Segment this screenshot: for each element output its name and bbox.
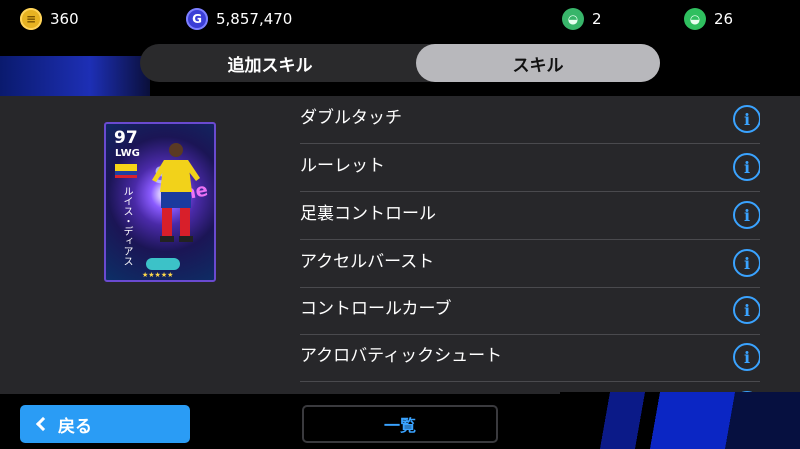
player-card[interactable]: Sh me 97 LWG ルイス・ディアス ★★★★★: [104, 122, 216, 282]
skill-name: 足裏コントロール: [300, 204, 436, 224]
list-label: 一覧: [383, 416, 416, 435]
list-button[interactable]: 一覧: [302, 405, 498, 443]
info-icon[interactable]: i: [733, 153, 760, 181]
currency-bar: ≡ 360 G 5,857,470 ◒ 2 ◒ 26: [0, 0, 800, 38]
coins-value: 360: [50, 10, 79, 28]
ticket-a-value: 2: [592, 10, 602, 28]
tab-additional-skills[interactable]: 追加スキル: [140, 44, 400, 82]
ticket-b-display: ◒ 26: [684, 8, 733, 30]
skill-name: アクロバティックシュート: [300, 346, 503, 366]
skill-name: ルーレット: [300, 156, 385, 176]
skill-name: アクセルバースト: [300, 252, 435, 272]
chevron-left-icon: [35, 416, 51, 432]
skill-row: コントロールカーブ i: [300, 287, 760, 335]
skill-row: アクセルバースト i: [300, 240, 760, 288]
player-position: LWG: [115, 148, 140, 159]
skill-name: ダブルタッチ: [300, 108, 402, 128]
coin-icon: ≡: [20, 8, 42, 30]
info-icon[interactable]: i: [733, 201, 760, 229]
info-icon[interactable]: i: [733, 343, 760, 371]
skill-row: ダブルタッチ i: [300, 96, 760, 144]
skill-row: アクロバティックシュート i: [300, 334, 760, 382]
player-name: ルイス・ディアス: [121, 186, 132, 266]
colombia-flag-icon: [115, 164, 137, 178]
ticket-b-value: 26: [714, 10, 734, 28]
decor-stripe-left: [0, 56, 150, 96]
card-stars: ★★★★★: [142, 271, 174, 279]
gp-value: 5,857,470: [216, 10, 293, 28]
gp-icon: G: [186, 8, 208, 30]
decor-stripe-right: [560, 392, 800, 449]
coins-display: ≡ 360: [20, 8, 79, 30]
back-button[interactable]: 戻る: [20, 405, 190, 443]
skill-list: ダブルタッチ i ルーレット i 足裏コントロール i アクセルバースト i コ…: [300, 96, 760, 394]
skill-name: コントロールカーブ: [300, 299, 452, 319]
skill-row: 足裏コントロール i: [300, 192, 760, 240]
player-image: [152, 143, 200, 242]
gp-display: G 5,857,470: [186, 8, 292, 30]
info-icon[interactable]: i: [733, 105, 760, 133]
ticket-icon: ◒: [684, 8, 706, 30]
ticket-a-display: ◒ 2: [562, 8, 602, 30]
info-icon[interactable]: i: [733, 249, 760, 277]
skill-row: ルーレット i: [300, 144, 760, 192]
ticket-icon: ◒: [562, 8, 584, 30]
info-icon[interactable]: i: [733, 296, 760, 324]
back-label: 戻る: [58, 416, 92, 437]
card-badge: [146, 258, 180, 270]
tab-bar: 追加スキル スキル: [140, 44, 660, 82]
player-rating: 97: [114, 128, 138, 148]
tab-skills[interactable]: スキル: [416, 44, 660, 82]
